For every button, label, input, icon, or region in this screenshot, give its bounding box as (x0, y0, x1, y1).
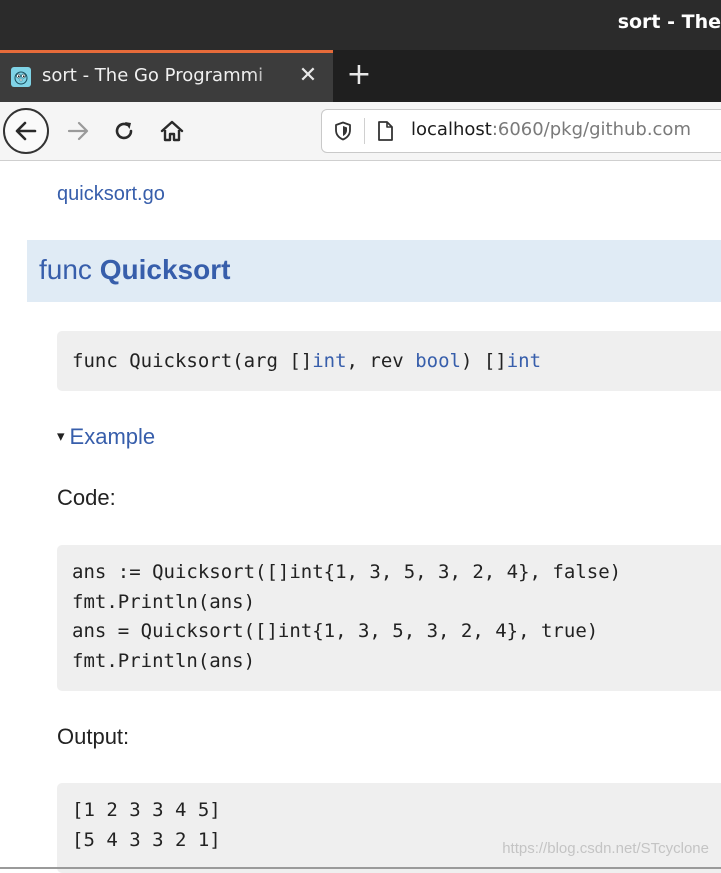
code-label: Code: (57, 485, 116, 510)
new-tab-button[interactable]: + (344, 58, 374, 92)
arrow-left-icon (15, 121, 37, 141)
reload-button[interactable] (106, 112, 142, 150)
code-line: fmt.Println(ans) (72, 649, 256, 672)
function-title: func Quicksort (39, 254, 230, 286)
back-button[interactable] (3, 108, 49, 154)
func-keyword: func (39, 254, 92, 285)
code-line: ans = Quicksort([]int{1, 3, 5, 3, 2, 4},… (72, 620, 599, 642)
type-link-int-return[interactable]: int (507, 350, 541, 372)
example-toggle[interactable]: ▾ Example (57, 424, 155, 450)
tab-title: sort - The Go Programmi (42, 65, 264, 86)
example-label: Example (69, 424, 156, 449)
home-button[interactable] (152, 112, 192, 150)
page-icon[interactable] (374, 119, 396, 143)
url-host: localhost (411, 119, 492, 140)
watermark: https://blog.csdn.net/STcyclone (502, 840, 709, 857)
address-bar[interactable]: localhost:6060/pkg/github.com (321, 109, 721, 153)
window-title: sort - The (617, 11, 721, 33)
home-icon (160, 120, 184, 142)
url-path: :6060/pkg/github.com (491, 119, 691, 140)
close-icon[interactable]: ✕ (296, 63, 320, 89)
url-text[interactable]: localhost:6060/pkg/github.com (411, 119, 691, 140)
gopher-icon (11, 67, 31, 87)
page-content: quicksort.go func Quicksort func Quickso… (0, 161, 721, 873)
type-link-int[interactable]: int (312, 350, 346, 372)
forward-button[interactable] (60, 112, 96, 150)
tab-bar: sort - The Go Programmi ✕ + (0, 50, 721, 102)
triangle-down-icon: ▾ (57, 428, 65, 445)
example-code-block[interactable]: ans := Quicksort([]int{1, 3, 5, 3, 2, 4}… (57, 545, 721, 691)
navigation-toolbar: localhost:6060/pkg/github.com (0, 102, 721, 161)
function-name-link[interactable]: Quicksort (100, 254, 231, 285)
source-file-link[interactable]: quicksort.go (57, 183, 165, 206)
reload-icon (115, 122, 133, 140)
arrow-right-icon (67, 121, 89, 141)
shield-icon[interactable] (332, 120, 354, 142)
function-signature: func Quicksort(arg []int, rev bool) []in… (57, 331, 721, 391)
example-output-block: [1 2 3 3 4 5] [5 4 3 3 2 1] (57, 783, 721, 873)
url-divider (364, 118, 365, 144)
code-line: fmt.Println(ans) (72, 590, 256, 613)
code-line: ans := Quicksort([]int{1, 3, 5, 3, 2, 4}… (72, 561, 622, 583)
output-line: [1 2 3 3 4 5] (72, 799, 221, 821)
sig-middle: , rev (346, 350, 416, 372)
type-link-bool[interactable]: bool (415, 350, 461, 372)
window-titlebar: sort - The (0, 0, 721, 50)
function-heading: func Quicksort (27, 240, 721, 302)
output-label: Output: (57, 724, 130, 749)
sig-after: ) [] (460, 350, 507, 372)
tab-active[interactable]: sort - The Go Programmi ✕ (0, 50, 333, 102)
sig-prefix: func Quicksort(arg [] (72, 350, 313, 372)
